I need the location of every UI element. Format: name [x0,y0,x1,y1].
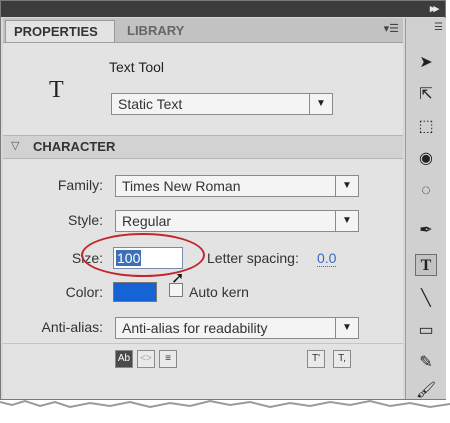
selection-tool-icon[interactable]: ➤ [415,52,437,74]
anti-alias-select[interactable]: Anti-alias for readability ▼ [115,317,359,339]
line-tool-icon[interactable]: ╲ [415,288,437,310]
properties-content: T Text Tool Static Text ▼ ▽ CHARACTER Fa… [3,43,403,399]
free-transform-tool-icon[interactable]: ⬚ [415,116,437,138]
subselection-tool-icon[interactable]: ⇱ [415,84,437,106]
highlight-ellipse [81,233,205,277]
pencil-tool-icon[interactable]: ✎ [415,352,437,374]
tools-panel: ☰ ➤ ⇱ ⬚ ◉ ◌ ✒ T ╲ ▭ ✎ 🖌 [405,18,446,399]
panel-tabs: PROPERTIES LIBRARY ▾☰ [3,18,403,43]
mouse-pointer-icon: ➚ [171,270,185,287]
dropdown-arrow-icon: ▼ [335,176,358,196]
tab-properties[interactable]: PROPERTIES [5,20,115,42]
letter-spacing-label: Letter spacing: [207,250,299,266]
color-swatch[interactable] [113,282,157,302]
anti-alias-label: Anti-alias: [41,319,103,335]
3d-rotation-tool-icon[interactable]: ◉ [415,148,437,170]
auto-kern-label: Auto kern [189,284,249,300]
pen-tool-icon[interactable]: ✒ [415,220,437,242]
text-tool-icon: T [49,77,64,103]
tool-name-label: Text Tool [109,59,164,75]
show-border-icon[interactable]: ≡ [159,350,177,368]
panel-title-strip: ▸▸ [1,1,445,17]
render-html-icon[interactable]: <> [137,350,155,368]
superscript-icon[interactable]: T' [307,350,325,368]
family-value: Times New Roman [122,178,241,194]
text-tool-icon[interactable]: T [415,254,437,276]
dropdown-arrow-icon: ▼ [335,318,358,338]
lasso-tool-icon[interactable]: ◌ [415,180,437,202]
anti-alias-value: Anti-alias for readability [122,320,268,336]
properties-panel-window: ▸▸ PROPERTIES LIBRARY ▾☰ T Text Tool Sta… [0,0,446,400]
style-select[interactable]: Regular ▼ [115,210,359,232]
color-label: Color: [65,284,103,300]
letter-spacing-value[interactable]: 0.0 [317,250,337,267]
character-section-header[interactable]: ▽ CHARACTER [3,135,403,159]
subscript-icon[interactable]: T, [333,350,351,368]
toolbar-menu-icon[interactable]: ☰ [434,22,443,33]
dropdown-arrow-icon: ▼ [335,211,358,231]
collapse-triangle-icon[interactable]: ▽ [11,139,19,152]
style-label: Style: [67,212,103,228]
panel-menu-icon[interactable]: ▾☰ [384,22,399,35]
family-select[interactable]: Times New Roman ▼ [115,175,359,197]
tab-library[interactable]: LIBRARY [119,20,211,42]
family-label: Family: [57,177,103,193]
selectable-text-icon[interactable]: Ab [115,350,133,368]
collapse-arrows-icon[interactable]: ▸▸ [430,2,439,15]
text-options-bar: Ab <> ≡ T' T, [3,343,403,372]
style-value: Regular [122,213,172,229]
rectangle-tool-icon[interactable]: ▭ [415,320,437,342]
text-type-select[interactable]: Static Text ▼ [111,93,333,115]
torn-edge [0,399,450,409]
text-type-value: Static Text [118,96,183,112]
section-title: CHARACTER [33,139,116,154]
dropdown-arrow-icon: ▼ [309,94,332,114]
